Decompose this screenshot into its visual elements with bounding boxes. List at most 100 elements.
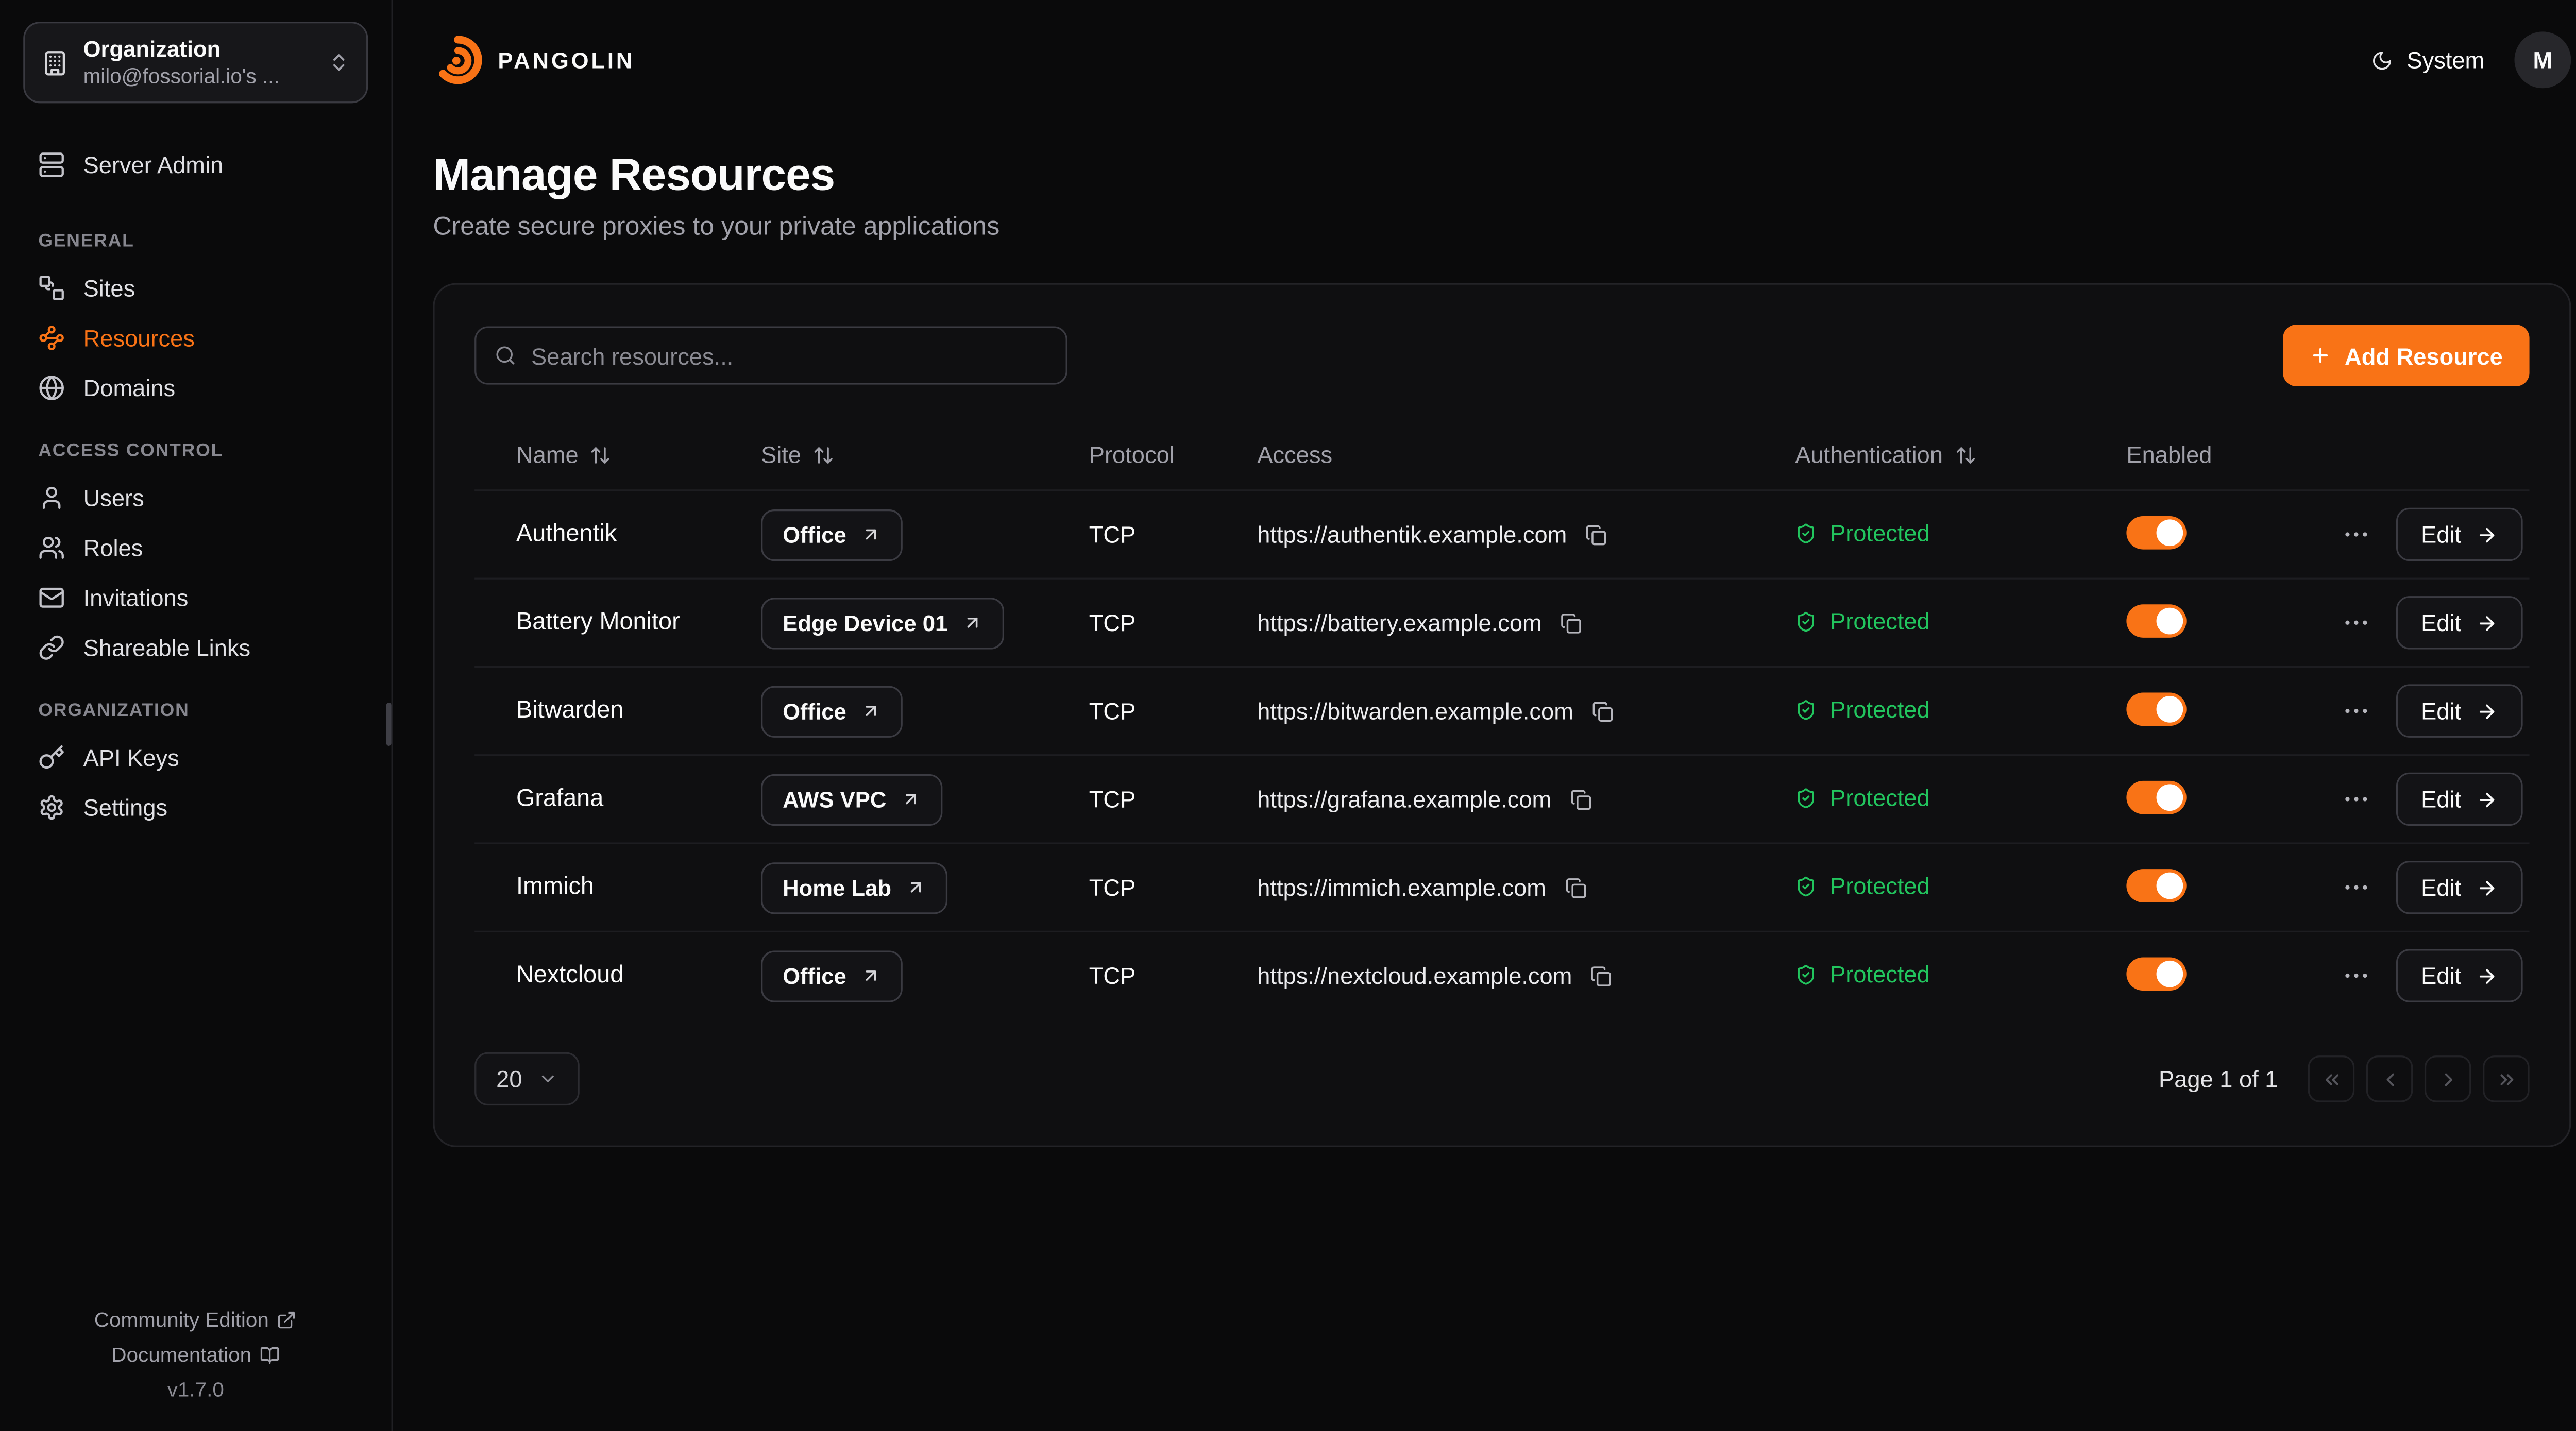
copy-url-button[interactable] <box>1590 965 1612 986</box>
sidebar-item-label: Resources <box>83 325 195 351</box>
organization-selector[interactable]: Organization milo@fossorial.io's ... <box>23 22 368 103</box>
user-avatar[interactable]: M <box>2514 31 2571 88</box>
shield-check-icon <box>1795 699 1817 721</box>
row-menu-button[interactable] <box>2337 604 2374 641</box>
page-size-select[interactable]: 20 <box>474 1052 579 1105</box>
toggle-knob <box>2157 519 2183 546</box>
first-page-button[interactable] <box>2308 1055 2354 1102</box>
arrow-up-right-icon <box>962 612 982 633</box>
column-header-access: Access <box>1257 441 1795 468</box>
protocol: TCP <box>1089 874 1257 901</box>
site-link-button[interactable]: Office <box>761 508 903 560</box>
access-cell: https://immich.example.com <box>1257 874 1795 901</box>
edit-button[interactable]: Edit <box>2396 773 2523 826</box>
copy-icon <box>1565 877 1586 898</box>
edit-label: Edit <box>2421 786 2461 813</box>
enabled-toggle[interactable] <box>2126 780 2186 813</box>
edit-label: Edit <box>2421 697 2461 724</box>
sidebar-item-server-admin[interactable]: Server Admin <box>23 140 368 190</box>
enabled-cell <box>2126 515 2313 553</box>
search-input[interactable] <box>531 342 1047 369</box>
next-page-button[interactable] <box>2425 1055 2471 1102</box>
copy-url-button[interactable] <box>1570 788 1591 810</box>
actions-cell: Edit <box>2313 773 2529 826</box>
row-menu-button[interactable] <box>2337 781 2374 817</box>
resource-name: Authentik <box>516 521 761 548</box>
theme-toggle-button[interactable]: System <box>2372 46 2485 73</box>
column-header-name[interactable]: Name <box>516 441 761 468</box>
authentication-status: Protected <box>1830 785 1930 811</box>
access-url: https://nextcloud.example.com <box>1257 962 1572 989</box>
site-link-button[interactable]: Edge Device 01 <box>761 597 1004 649</box>
add-resource-button[interactable]: Add Resource <box>2283 325 2529 386</box>
sort-icon <box>1955 444 1976 465</box>
resource-name: Bitwarden <box>516 697 761 724</box>
enabled-cell <box>2126 604 2313 642</box>
sidebar-item-shareable-links[interactable]: Shareable Links <box>23 623 368 673</box>
sidebar-item-sites[interactable]: Sites <box>23 263 368 313</box>
arrow-up-right-icon <box>861 966 882 986</box>
sidebar-scrollbar[interactable] <box>386 703 392 746</box>
chevrons-left-icon <box>2320 1068 2342 1089</box>
row-menu-button[interactable] <box>2337 516 2374 553</box>
search-box <box>474 326 1067 384</box>
column-label: Enabled <box>2126 441 2212 468</box>
row-menu-button[interactable] <box>2337 957 2374 994</box>
sidebar-item-invitations[interactable]: Invitations <box>23 573 368 623</box>
previous-page-button[interactable] <box>2366 1055 2413 1102</box>
documentation-link[interactable]: Documentation <box>111 1343 280 1366</box>
sidebar-nav: Server Admin GENERAL Sites Resources Dom… <box>23 140 368 832</box>
resource-name: Nextcloud <box>516 962 761 989</box>
users-icon <box>38 535 65 561</box>
row-menu-button[interactable] <box>2337 693 2374 729</box>
site-link-button[interactable]: Home Lab <box>761 862 948 913</box>
sidebar-item-settings[interactable]: Settings <box>23 782 368 832</box>
table-row: Nextcloud Office TCP https://nextcloud.e… <box>474 931 2529 1019</box>
enabled-toggle[interactable] <box>2126 692 2186 725</box>
copy-url-button[interactable] <box>1585 523 1607 545</box>
shield-check-icon <box>1795 964 1817 985</box>
version-label: v1.7.0 <box>23 1378 368 1401</box>
column-header-authentication[interactable]: Authentication <box>1795 441 2126 468</box>
resource-name: Battery Monitor <box>516 609 761 636</box>
enabled-toggle[interactable] <box>2126 957 2186 990</box>
site-link-button[interactable]: Office <box>761 685 903 737</box>
site-link-button[interactable]: AWS VPC <box>761 773 943 825</box>
resources-icon <box>38 325 65 351</box>
table-row: Immich Home Lab TCP https://immich.examp… <box>474 842 2529 930</box>
copy-url-button[interactable] <box>1565 877 1586 898</box>
protected-badge: Protected <box>1795 696 1930 723</box>
edit-button[interactable]: Edit <box>2396 861 2523 914</box>
edit-button[interactable]: Edit <box>2396 596 2523 649</box>
edit-button[interactable]: Edit <box>2396 684 2523 737</box>
protocol: TCP <box>1089 962 1257 989</box>
sidebar-item-domains[interactable]: Domains <box>23 363 368 413</box>
protocol: TCP <box>1089 609 1257 636</box>
sidebar-item-api-keys[interactable]: API Keys <box>23 732 368 782</box>
authentication-cell: Protected <box>1795 873 2126 902</box>
enabled-toggle[interactable] <box>2126 868 2186 902</box>
moon-icon <box>2372 49 2394 71</box>
enabled-toggle[interactable] <box>2126 604 2186 637</box>
site-name: Edge Device 01 <box>783 610 947 635</box>
sidebar-item-users[interactable]: Users <box>23 473 368 523</box>
last-page-button[interactable] <box>2483 1055 2529 1102</box>
column-label: Name <box>516 441 579 468</box>
copy-url-button[interactable] <box>1591 700 1613 722</box>
gear-icon <box>38 794 65 821</box>
copy-url-button[interactable] <box>1560 612 1582 634</box>
site-link-button[interactable]: Office <box>761 950 903 1001</box>
edit-button[interactable]: Edit <box>2396 949 2523 1002</box>
table-row: Battery Monitor Edge Device 01 TCP https… <box>474 578 2529 666</box>
edit-button[interactable]: Edit <box>2396 508 2523 561</box>
community-edition-link[interactable]: Community Edition <box>94 1308 297 1331</box>
enabled-toggle[interactable] <box>2126 515 2186 549</box>
table-header-row: Name Site Protocol Access Authenticati <box>474 419 2529 489</box>
access-cell: https://authentik.example.com <box>1257 521 1795 548</box>
sidebar-item-roles[interactable]: Roles <box>23 523 368 573</box>
arrow-right-icon <box>2476 523 2498 545</box>
sidebar-item-label: Sites <box>83 275 135 301</box>
row-menu-button[interactable] <box>2337 869 2374 906</box>
sidebar-item-resources[interactable]: Resources <box>23 313 368 363</box>
column-header-site[interactable]: Site <box>761 441 1089 468</box>
